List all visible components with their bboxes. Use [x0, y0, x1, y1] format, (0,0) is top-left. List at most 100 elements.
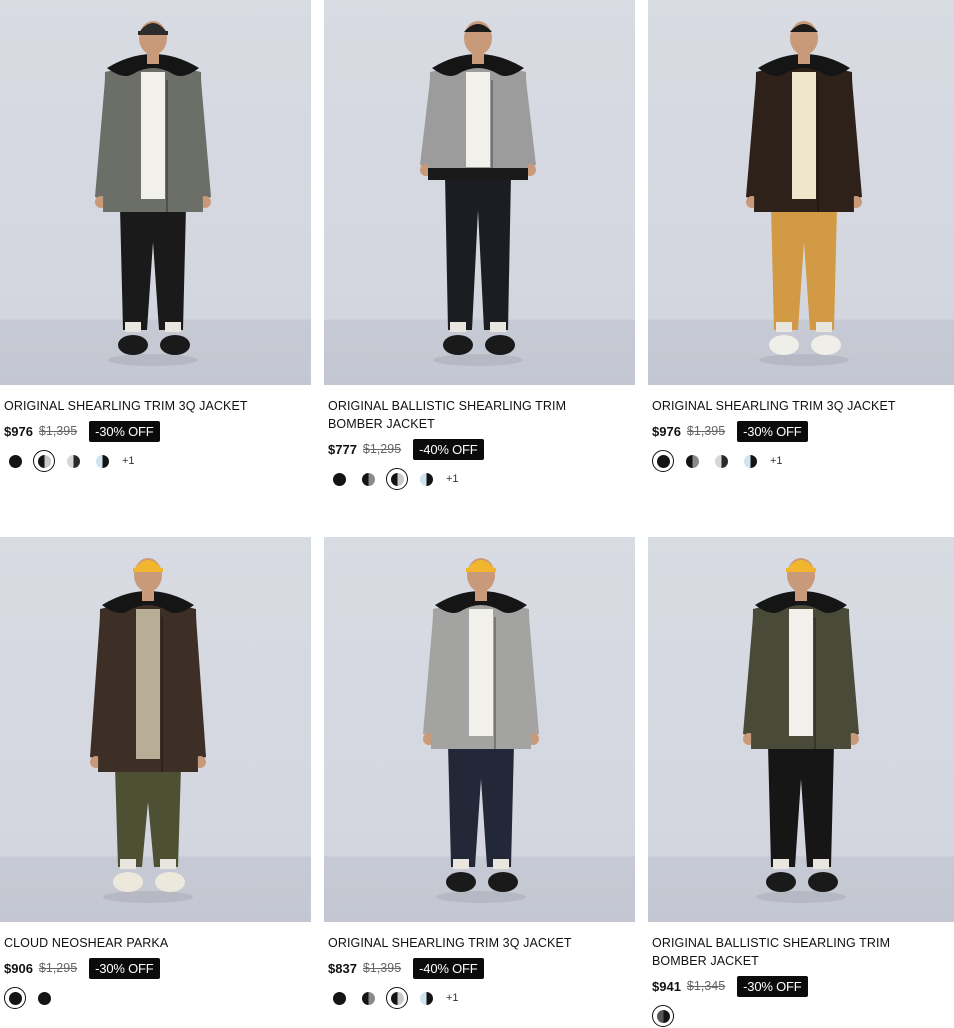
color-swatch[interactable]	[62, 450, 84, 472]
discount-badge: -30% OFF	[737, 975, 808, 997]
model-illustration	[743, 558, 859, 903]
swatch-dot	[361, 991, 375, 1005]
color-swatch[interactable]	[33, 450, 55, 472]
color-swatch[interactable]	[652, 450, 674, 472]
discount-badge: -30% OFF	[737, 420, 808, 442]
product-title[interactable]: ORIGINAL BALLISTIC SHEARLING TRIM BOMBER…	[652, 934, 942, 970]
swatch-dot	[332, 991, 346, 1005]
model-illustration	[423, 558, 539, 903]
swatch-dot	[8, 454, 22, 468]
sale-price: $941	[652, 978, 681, 994]
sale-price: $976	[4, 423, 33, 439]
color-swatches: +1	[328, 467, 635, 491]
price-row: $777 $1,295 -40% OFF	[328, 437, 635, 461]
color-swatch[interactable]	[652, 1005, 674, 1027]
color-swatch[interactable]	[4, 987, 26, 1009]
model-illustration	[420, 21, 536, 366]
model-illustration	[90, 558, 206, 903]
swatch-dot	[390, 991, 404, 1005]
color-swatch[interactable]	[357, 468, 379, 490]
color-swatch[interactable]	[386, 987, 408, 1009]
hair	[464, 24, 492, 32]
shoe	[155, 872, 185, 892]
product-image[interactable]	[0, 0, 311, 385]
product-image[interactable]	[648, 537, 954, 922]
shoe	[769, 335, 799, 355]
product-title[interactable]: ORIGINAL SHEARLING TRIM 3Q JACKET	[652, 397, 942, 415]
swatch-dot	[419, 472, 433, 486]
swatch-dot	[656, 454, 670, 468]
shoe	[160, 335, 190, 355]
pants	[120, 207, 186, 330]
price-row: $837 $1,395 -40% OFF	[328, 956, 635, 980]
color-swatch[interactable]	[357, 987, 379, 1009]
original-price: $1,345	[686, 979, 726, 993]
shirt	[141, 72, 165, 199]
shirt	[792, 72, 816, 199]
sale-price: $906	[4, 960, 33, 976]
color-swatch[interactable]	[739, 450, 761, 472]
color-swatches: +1	[652, 449, 954, 473]
color-swatch[interactable]	[4, 450, 26, 472]
price-row: $906 $1,295 -30% OFF	[4, 956, 311, 980]
original-price: $1,395	[362, 961, 402, 975]
shoe	[113, 872, 143, 892]
model-illustration	[746, 21, 862, 366]
discount-badge: -30% OFF	[89, 957, 160, 979]
color-swatch[interactable]	[91, 450, 113, 472]
product-title[interactable]: CLOUD NEOSHEAR PARKA	[4, 934, 294, 952]
price-row: $976 $1,395 -30% OFF	[4, 419, 311, 443]
more-colors-count[interactable]: +1	[770, 455, 783, 467]
product-title[interactable]: ORIGINAL SHEARLING TRIM 3Q JACKET	[328, 934, 618, 952]
discount-badge: -40% OFF	[413, 957, 484, 979]
swatch-dot	[66, 454, 80, 468]
shoe	[118, 335, 148, 355]
more-colors-count[interactable]: +1	[446, 473, 459, 485]
sale-price: $777	[328, 441, 357, 457]
hem	[428, 168, 528, 180]
color-swatch[interactable]	[386, 468, 408, 490]
product-card[interactable]: ORIGINAL SHEARLING TRIM 3Q JACKET $976 $…	[648, 0, 954, 473]
color-swatch[interactable]	[33, 987, 55, 1009]
color-swatch[interactable]	[710, 450, 732, 472]
product-card[interactable]: ORIGINAL SHEARLING TRIM 3Q JACKET $837 $…	[324, 537, 635, 1010]
product-title[interactable]: ORIGINAL SHEARLING TRIM 3Q JACKET	[4, 397, 294, 415]
shoe	[443, 335, 473, 355]
shirt	[469, 609, 493, 736]
color-swatch[interactable]	[415, 468, 437, 490]
product-image[interactable]	[324, 537, 635, 922]
swatch-dot	[361, 472, 375, 486]
more-colors-count[interactable]: +1	[122, 455, 135, 467]
swatch-dot	[685, 454, 699, 468]
pants	[115, 767, 181, 867]
swatch-dot	[8, 991, 22, 1005]
shoe	[766, 872, 796, 892]
product-title[interactable]: ORIGINAL BALLISTIC SHEARLING TRIM BOMBER…	[328, 397, 618, 433]
color-swatches: +1	[4, 449, 311, 473]
color-swatch[interactable]	[681, 450, 703, 472]
original-price: $1,395	[686, 424, 726, 438]
swatch-dot	[95, 454, 109, 468]
color-swatch[interactable]	[328, 987, 350, 1009]
discount-badge: -40% OFF	[413, 438, 484, 460]
product-card[interactable]: ORIGINAL BALLISTIC SHEARLING TRIM BOMBER…	[648, 537, 954, 1028]
price-row: $941 $1,345 -30% OFF	[652, 974, 954, 998]
color-swatches	[4, 986, 311, 1010]
more-colors-count[interactable]: +1	[446, 992, 459, 1004]
shoe	[808, 872, 838, 892]
shoe	[485, 335, 515, 355]
sale-price: $837	[328, 960, 357, 976]
product-image[interactable]	[648, 0, 954, 385]
swatch-dot	[419, 991, 433, 1005]
product-image[interactable]	[0, 537, 311, 922]
swatch-dot	[332, 472, 346, 486]
swatch-dot	[390, 472, 404, 486]
product-image[interactable]	[324, 0, 635, 385]
product-card[interactable]: ORIGINAL BALLISTIC SHEARLING TRIM BOMBER…	[324, 0, 635, 491]
product-card[interactable]: ORIGINAL SHEARLING TRIM 3Q JACKET $976 $…	[0, 0, 311, 473]
color-swatch[interactable]	[415, 987, 437, 1009]
color-swatch[interactable]	[328, 468, 350, 490]
swatch-dot	[714, 454, 728, 468]
shoe	[488, 872, 518, 892]
product-card[interactable]: CLOUD NEOSHEAR PARKA $906 $1,295 -30% OF…	[0, 537, 311, 1010]
